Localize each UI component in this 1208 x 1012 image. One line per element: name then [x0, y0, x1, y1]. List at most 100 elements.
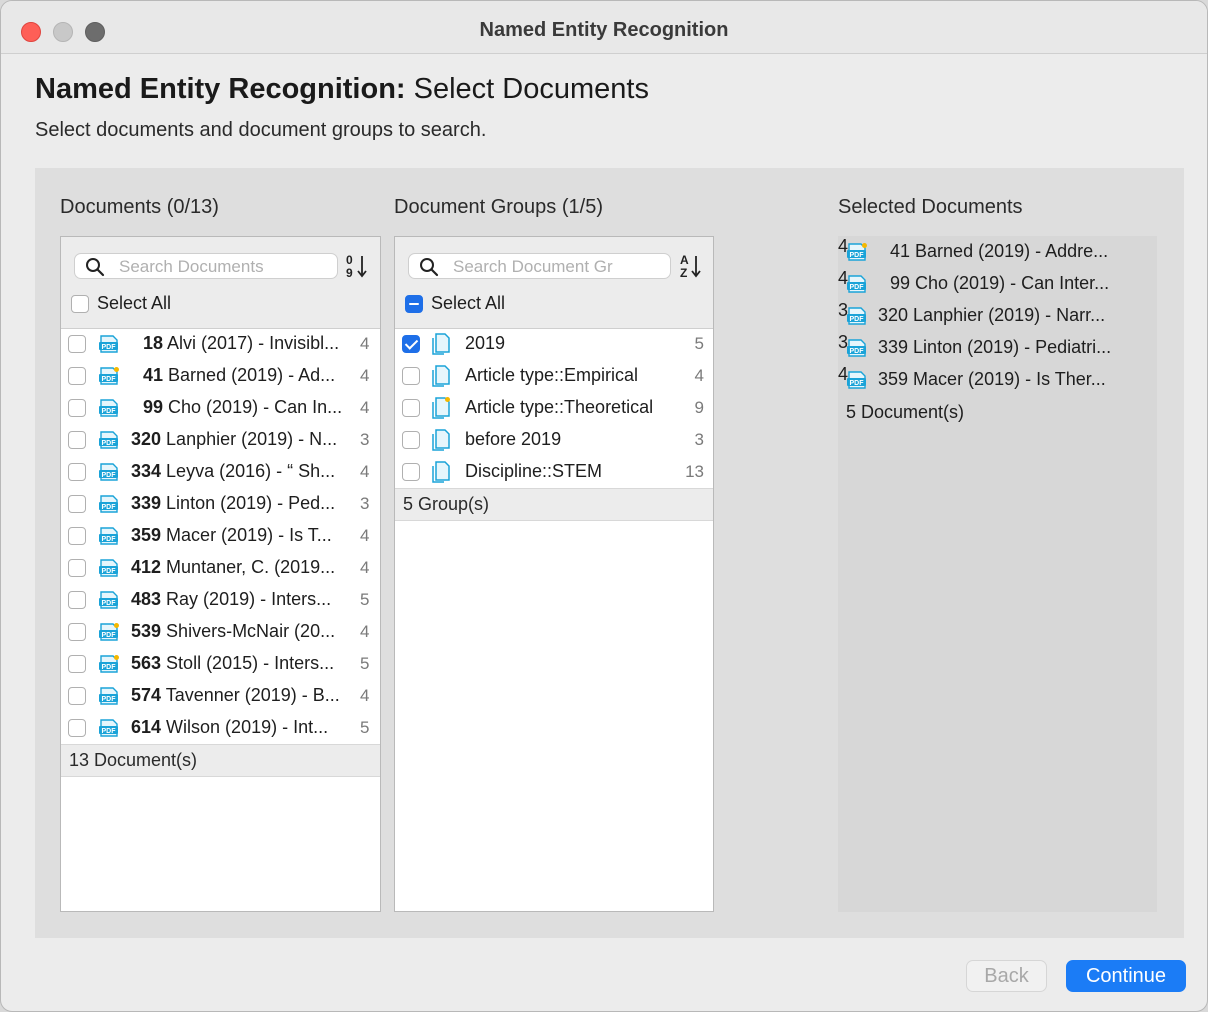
- document-label: 412 Muntaner, C. (2019...: [131, 557, 361, 578]
- documents-search-input[interactable]: [117, 256, 281, 278]
- documents-select-all[interactable]: Select All: [71, 293, 171, 314]
- svg-text:PDF: PDF: [102, 568, 117, 575]
- group-row[interactable]: Article type::Theoretical 9: [395, 392, 713, 424]
- selected-documents-list: PDF 41 Barned (2019) - Addre... 4 PDF 99 Cho…: [838, 236, 1157, 428]
- document-label: 614 Wilson (2019) - Int...: [131, 717, 361, 738]
- selected-document-title: Barned (2019) - Addre...: [910, 241, 1109, 261]
- document-id: 412: [131, 557, 162, 577]
- groups-select-all[interactable]: Select All: [405, 293, 505, 314]
- group-row[interactable]: before 2019 3: [395, 424, 713, 456]
- document-checkbox[interactable]: [68, 495, 86, 513]
- groups-title: Document Groups (1/5): [394, 196, 603, 218]
- groups-search-input[interactable]: [451, 256, 615, 278]
- document-row[interactable]: PDF 99 Cho (2019) - Can In... 4: [61, 392, 380, 424]
- documents-panel: 09 Select All PDF 18 Alvi (2017) - Invisi…: [60, 236, 381, 912]
- group-checkbox[interactable]: [402, 463, 420, 481]
- pdf-file-icon: PDF: [99, 623, 119, 641]
- selected-documents-panel: PDF 41 Barned (2019) - Addre... 4 PDF 99 Cho…: [838, 236, 1157, 912]
- svg-text:PDF: PDF: [850, 316, 865, 323]
- document-code-count: 5: [360, 718, 370, 737]
- document-code-count: 3: [360, 430, 370, 449]
- group-checkbox[interactable]: [402, 367, 420, 385]
- group-document-count: 5: [694, 334, 704, 353]
- document-row[interactable]: PDF 563 Stoll (2015) - Inters... 5: [61, 648, 380, 680]
- document-checkbox[interactable]: [68, 687, 86, 705]
- document-label: 339 Linton (2019) - Ped...: [131, 493, 361, 514]
- document-row[interactable]: PDF 18 Alvi (2017) - Invisibl... 4: [61, 328, 380, 360]
- group-checkbox[interactable]: [402, 431, 420, 449]
- pdf-file-icon: PDF: [99, 335, 118, 353]
- document-checkbox[interactable]: [68, 719, 86, 737]
- group-row[interactable]: 2019 5: [395, 328, 713, 360]
- group-name: before 2019: [465, 429, 562, 449]
- document-group-icon: [432, 365, 450, 387]
- group-checkbox[interactable]: [402, 335, 420, 353]
- group-row[interactable]: Discipline::STEM 13: [395, 456, 713, 488]
- selected-document-id: 99: [890, 273, 911, 293]
- pdf-file-icon: PDF: [847, 243, 867, 261]
- title-bar: Named Entity Recognition: [1, 1, 1207, 54]
- document-row[interactable]: PDF 539 Shivers-McNair (20... 4: [61, 616, 380, 648]
- selected-document-row[interactable]: PDF 339 Linton (2019) - Pediatri... 3: [838, 332, 1157, 364]
- document-group-icon: [432, 461, 450, 483]
- document-row[interactable]: PDF 320 Lanphier (2019) - N... 3: [61, 424, 380, 456]
- svg-text:PDF: PDF: [102, 504, 117, 511]
- document-checkbox[interactable]: [68, 559, 86, 577]
- document-checkbox[interactable]: [68, 591, 86, 609]
- document-row[interactable]: PDF 412 Muntaner, C. (2019... 4: [61, 552, 380, 584]
- document-row[interactable]: PDF 614 Wilson (2019) - Int... 5: [61, 712, 380, 744]
- group-name: Discipline::STEM: [465, 461, 603, 481]
- document-checkbox[interactable]: [68, 399, 86, 417]
- continue-button[interactable]: Continue: [1066, 960, 1186, 992]
- document-row[interactable]: PDF 483 Ray (2019) - Inters... 5: [61, 584, 380, 616]
- documents-count-footer: 13 Document(s): [61, 744, 380, 777]
- documents-select-all-checkbox[interactable]: [71, 294, 89, 313]
- selected-document-row[interactable]: PDF 99 Cho (2019) - Can Inter... 4: [838, 268, 1157, 300]
- group-document-count: 9: [694, 398, 704, 417]
- pdf-file-icon: PDF: [99, 687, 118, 705]
- documents-select-all-label: Select All: [97, 293, 172, 313]
- group-document-count: 3: [694, 430, 704, 449]
- groups-select-all-checkbox[interactable]: [405, 294, 423, 313]
- document-title: Shivers-McNair (20...: [161, 621, 336, 641]
- groups-panel-header: AZ Select All: [395, 237, 713, 329]
- document-checkbox[interactable]: [68, 527, 86, 545]
- selected-document-row[interactable]: PDF 359 Macer (2019) - Is Ther... 4: [838, 364, 1157, 396]
- groups-count-footer: 5 Group(s): [395, 488, 713, 521]
- document-checkbox[interactable]: [68, 335, 86, 353]
- group-row[interactable]: Article type::Empirical 4: [395, 360, 713, 392]
- document-id: 334: [131, 461, 162, 481]
- svg-text:0: 0: [346, 253, 353, 267]
- sort-numeric-icon[interactable]: 09: [344, 251, 370, 281]
- document-checkbox[interactable]: [68, 367, 86, 385]
- groups-search-field[interactable]: [408, 253, 671, 279]
- selected-document-label: 320 Lanphier (2019) - Narr...: [878, 305, 1133, 326]
- selected-document-row[interactable]: PDF 41 Barned (2019) - Addre... 4: [838, 236, 1157, 268]
- document-row[interactable]: PDF 334 Leyva (2016) - “ Sh... 4: [61, 456, 380, 488]
- document-label: 320 Lanphier (2019) - N...: [131, 429, 361, 450]
- document-row[interactable]: PDF 41 Barned (2019) - Ad... 4: [61, 360, 380, 392]
- document-label: 483 Ray (2019) - Inters...: [131, 589, 361, 610]
- document-row[interactable]: PDF 339 Linton (2019) - Ped... 3: [61, 488, 380, 520]
- document-row[interactable]: PDF 359 Macer (2019) - Is T... 4: [61, 520, 380, 552]
- page-title: Named Entity Recognition: Select Documen…: [35, 73, 649, 106]
- sort-alpha-icon[interactable]: AZ: [678, 251, 704, 281]
- document-label: 563 Stoll (2015) - Inters...: [131, 653, 361, 674]
- document-id: 320: [131, 429, 162, 449]
- document-group-icon: [432, 397, 450, 419]
- group-checkbox[interactable]: [402, 399, 420, 417]
- svg-text:PDF: PDF: [102, 664, 117, 671]
- group-document-count: 4: [694, 366, 704, 385]
- document-checkbox[interactable]: [68, 623, 86, 641]
- svg-text:PDF: PDF: [850, 284, 865, 291]
- pdf-file-icon: PDF: [99, 527, 118, 545]
- selected-document-id: 41: [890, 241, 911, 261]
- document-checkbox[interactable]: [68, 655, 86, 673]
- back-button[interactable]: Back: [966, 960, 1047, 992]
- document-checkbox[interactable]: [68, 463, 86, 481]
- documents-search-field[interactable]: [74, 253, 338, 279]
- document-row[interactable]: PDF 574 Tavenner (2019) - B... 4: [61, 680, 380, 712]
- selected-document-row[interactable]: PDF 320 Lanphier (2019) - Narr... 3: [838, 300, 1157, 332]
- document-checkbox[interactable]: [68, 431, 86, 449]
- pdf-file-icon: PDF: [99, 463, 118, 481]
